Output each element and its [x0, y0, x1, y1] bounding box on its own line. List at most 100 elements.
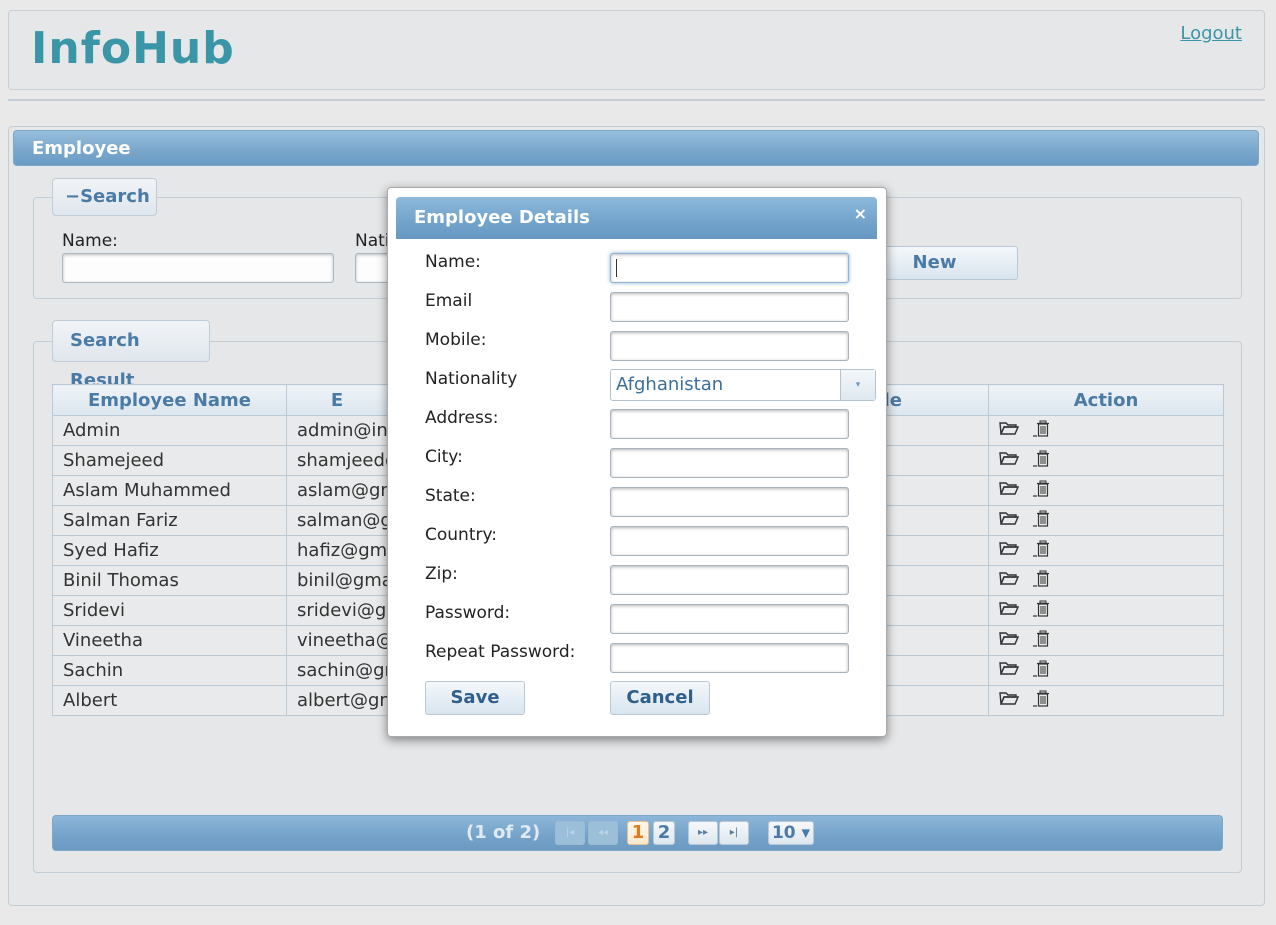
action-cell — [988, 535, 1224, 566]
employee-name-cell: Shamejeed — [52, 445, 287, 476]
app-header: InfoHub Logout — [8, 10, 1265, 90]
employee-details-dialog: Employee Details × Name: Email Mobile: N… — [387, 187, 887, 737]
folder-open-icon[interactable] — [999, 450, 1020, 471]
employee-name-cell: Aslam Muhammed — [52, 475, 287, 506]
trash-icon[interactable] — [1033, 540, 1051, 562]
folder-open-icon[interactable] — [999, 420, 1020, 441]
zip-field[interactable] — [610, 565, 849, 595]
email-cell: albert@gm — [286, 685, 388, 716]
column-header-email[interactable]: E — [286, 384, 388, 416]
employee-name-cell: Sridevi — [52, 595, 287, 626]
app-logo: InfoHub — [31, 23, 235, 74]
close-icon[interactable]: × — [854, 193, 867, 235]
name-label: Name: — [425, 252, 481, 272]
folder-open-icon[interactable] — [999, 570, 1020, 591]
nationality-label: Nationality — [425, 369, 518, 389]
email-cell: admin@inf — [286, 415, 388, 446]
action-cell — [988, 595, 1224, 626]
page-2-button[interactable]: 2 — [653, 821, 675, 845]
city-label: City: — [425, 447, 463, 467]
dialog-title-text: Employee Details — [414, 207, 590, 228]
action-cell — [988, 475, 1224, 506]
save-button[interactable]: Save — [425, 681, 525, 715]
repeat-password-field[interactable] — [610, 643, 849, 673]
trash-icon[interactable] — [1033, 480, 1051, 502]
name-field[interactable] — [610, 253, 849, 283]
search-legend-label: Search — [80, 186, 150, 207]
employee-name-cell: Admin — [52, 415, 287, 446]
password-field[interactable] — [610, 604, 849, 634]
cancel-button[interactable]: Cancel — [610, 681, 710, 715]
employee-name-cell: Salman Fariz — [52, 505, 287, 536]
page-1-button[interactable]: 1 — [627, 821, 649, 845]
action-cell — [988, 505, 1224, 536]
employee-name-cell: Albert — [52, 685, 287, 716]
trash-icon[interactable] — [1033, 630, 1051, 652]
action-cell — [988, 625, 1224, 656]
trash-icon[interactable] — [1033, 450, 1051, 472]
email-cell: hafiz@gma — [286, 535, 388, 566]
address-field[interactable] — [610, 409, 849, 439]
folder-open-icon[interactable] — [999, 480, 1020, 501]
page-summary: (1 of 2) — [466, 822, 541, 843]
folder-open-icon[interactable] — [999, 630, 1020, 651]
first-page-button[interactable]: |◂ — [555, 821, 585, 845]
folder-open-icon[interactable] — [999, 660, 1020, 681]
last-page-button[interactable]: ▸| — [719, 821, 749, 845]
nationality-selected-value: Afghanistan — [616, 374, 724, 395]
trash-icon[interactable] — [1033, 420, 1051, 442]
action-cell — [988, 445, 1224, 476]
country-field[interactable] — [610, 526, 849, 556]
employee-name-cell: Sachin — [52, 655, 287, 686]
city-field[interactable] — [610, 448, 849, 478]
text-caret — [616, 259, 617, 277]
results-legend: Search Result — [52, 320, 210, 391]
folder-open-icon[interactable] — [999, 540, 1020, 561]
email-field[interactable] — [610, 292, 849, 322]
email-cell: shamjeed@ — [286, 445, 388, 476]
search-nationality-label: Nati — [355, 231, 390, 251]
action-cell — [988, 565, 1224, 596]
search-legend-toggle[interactable]: −Search — [52, 178, 157, 216]
email-cell: salman@gr — [286, 505, 388, 536]
country-label: Country: — [425, 525, 498, 545]
next-page-button[interactable]: ▸▸ — [688, 821, 718, 845]
dialog-title: Employee Details × — [396, 197, 877, 239]
folder-open-icon[interactable] — [999, 690, 1020, 711]
action-cell — [988, 415, 1224, 446]
logout-link[interactable]: Logout — [1180, 23, 1242, 44]
trash-icon[interactable] — [1033, 570, 1051, 592]
column-header-action: Action — [988, 384, 1224, 416]
mobile-label: Mobile: — [425, 330, 487, 350]
prev-page-button[interactable]: ◂◂ — [588, 821, 618, 845]
search-name-input[interactable] — [62, 253, 334, 283]
email-label: Email — [425, 291, 473, 311]
chevron-down-icon[interactable]: ▾ — [840, 370, 875, 400]
employee-name-cell: Vineetha — [52, 625, 287, 656]
search-name-label: Name: — [62, 231, 118, 251]
state-label: State: — [425, 486, 476, 506]
action-cell — [988, 685, 1224, 716]
action-cell — [988, 655, 1224, 686]
employee-name-cell: Syed Hafiz — [52, 535, 287, 566]
mobile-field[interactable] — [610, 331, 849, 361]
state-field[interactable] — [610, 487, 849, 517]
email-cell: sridevi@gn — [286, 595, 388, 626]
email-cell: aslam@gm — [286, 475, 388, 506]
folder-open-icon[interactable] — [999, 600, 1020, 621]
nationality-select[interactable]: Afghanistan ▾ — [610, 369, 876, 401]
trash-icon[interactable] — [1033, 690, 1051, 712]
email-cell: sachin@gm — [286, 655, 388, 686]
folder-open-icon[interactable] — [999, 510, 1020, 531]
trash-icon[interactable] — [1033, 660, 1051, 682]
header-divider — [8, 99, 1265, 101]
password-label: Password: — [425, 603, 511, 623]
repeat-password-label: Repeat Password: — [425, 642, 576, 662]
column-header-employee-name[interactable]: Employee Name — [52, 384, 287, 416]
trash-icon[interactable] — [1033, 600, 1051, 622]
panel-title: Employee — [13, 130, 1259, 166]
rows-per-page-select[interactable]: 10 ▾ — [768, 821, 814, 845]
trash-icon[interactable] — [1033, 510, 1051, 532]
collapse-icon: − — [65, 186, 81, 207]
employee-name-cell: Binil Thomas — [52, 565, 287, 596]
